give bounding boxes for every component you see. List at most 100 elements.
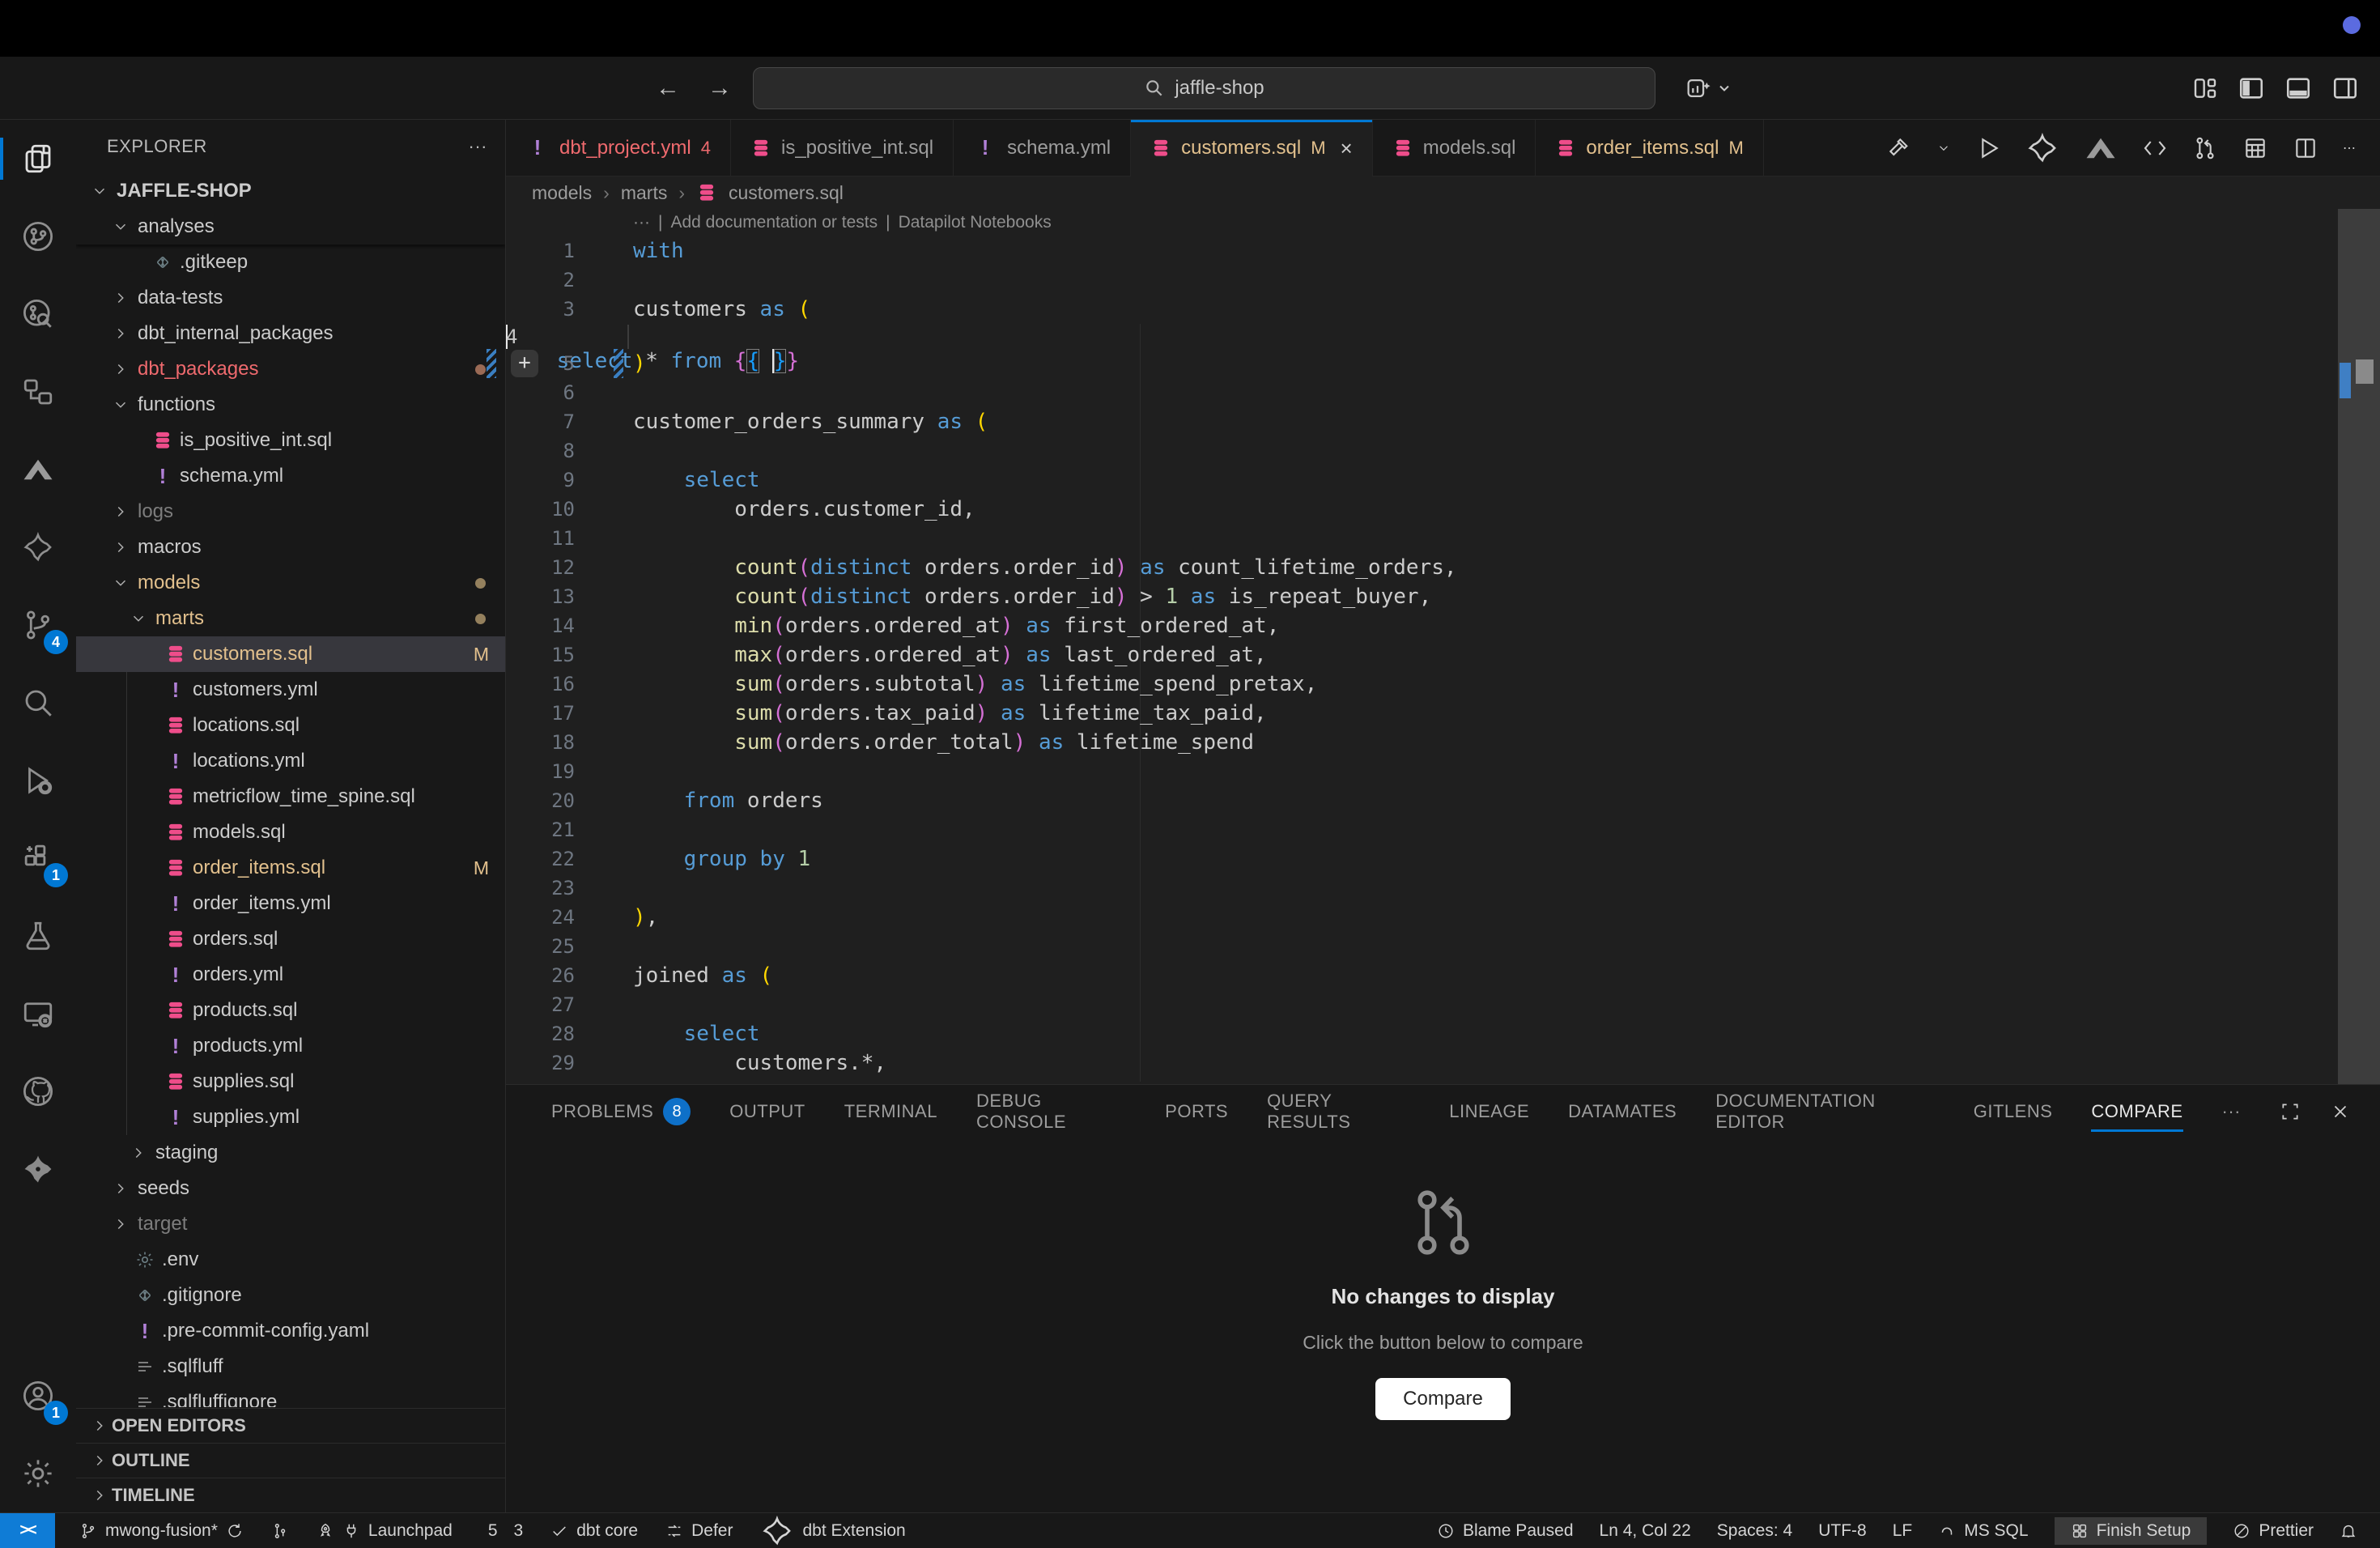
explorer-item-locations-sql[interactable]: locations.sql	[76, 708, 505, 743]
explorer-item-is-positive-int-sql[interactable]: is_positive_int.sql	[76, 423, 505, 458]
build-tools-button[interactable]	[1886, 135, 1912, 161]
explorer-item-metricflow-time-spine-sql[interactable]: metricflow_time_spine.sql	[76, 779, 505, 814]
code-line-18[interactable]: 18 sum(orders.order_total) as lifetime_s…	[506, 728, 2338, 757]
copilot-icon[interactable]	[1684, 74, 1711, 102]
explorer-item-pre-commit-config-yaml[interactable]: !.pre-commit-config.yaml	[76, 1313, 505, 1349]
panel-more-tabs[interactable]: ···	[2222, 1085, 2241, 1138]
activitybar-search[interactable]	[0, 664, 76, 742]
explorer-item-data-tests[interactable]: data-tests	[76, 280, 505, 316]
panel-tab-lineage[interactable]: LINEAGE	[1449, 1085, 1529, 1138]
code-line-15[interactable]: 15 max(orders.ordered_at) as last_ordere…	[506, 640, 2338, 670]
toggle-primary-sidebar-icon[interactable]	[2238, 74, 2265, 102]
explorer-item-sqlfluff[interactable]: .sqlfluff	[76, 1349, 505, 1384]
activitybar-lineage-view[interactable]	[0, 353, 76, 431]
maximize-panel-icon[interactable]	[2280, 1101, 2301, 1122]
explorer-item-locations-yml[interactable]: !locations.yml	[76, 743, 505, 779]
explorer-item-gitkeep[interactable]: .gitkeep	[76, 245, 505, 280]
explorer-item-jaffle-shop[interactable]: JAFFLE-SHOP	[76, 173, 505, 209]
query-results-button[interactable]	[2242, 135, 2268, 161]
activitybar-accounts[interactable]: 1	[0, 1357, 76, 1435]
status-finish-setup[interactable]: Finish Setup	[2055, 1517, 2208, 1545]
code-line-6[interactable]: 6	[506, 378, 2338, 407]
status-blame-status[interactable]: Blame Paused	[1437, 1521, 1574, 1541]
status-notifications[interactable]	[2340, 1522, 2357, 1540]
explorer-item-order-items-sql[interactable]: order_items.sqlM	[76, 850, 505, 886]
status-dbt-extension-status[interactable]: dbt Extension	[760, 1514, 905, 1548]
explorer-item-gitignore[interactable]: .gitignore	[76, 1278, 505, 1313]
panel-tab-datamates[interactable]: DATAMATES	[1568, 1085, 1677, 1138]
codelens-more[interactable]: ···	[633, 213, 650, 232]
code-line-13[interactable]: 13 count(distinct orders.order_id) > 1 a…	[506, 582, 2338, 611]
panel-tab-problems[interactable]: PROBLEMS8	[551, 1085, 691, 1138]
activitybar-settings-gear[interactable]	[0, 1435, 76, 1512]
activitybar-extensions[interactable]: 1	[0, 819, 76, 897]
code-line-2[interactable]: 2	[506, 266, 2338, 295]
code-line-19[interactable]: 19	[506, 757, 2338, 786]
status-prettier-status[interactable]: Prettier	[2233, 1521, 2314, 1541]
code-line-24[interactable]: 24),	[506, 903, 2338, 932]
code-line-20[interactable]: 20 from orders	[506, 786, 2338, 815]
tab-dbt-project-yml[interactable]: !dbt_project.yml4	[506, 120, 731, 176]
explorer-item-schema-yml[interactable]: !schema.yml	[76, 458, 505, 494]
status-encoding[interactable]: UTF-8	[1818, 1521, 1867, 1541]
explorer-item-orders-yml[interactable]: !orders.yml	[76, 957, 505, 993]
explorer-item-models[interactable]: models	[76, 565, 505, 601]
status-dbt-core-status[interactable]: dbt core	[550, 1521, 638, 1541]
altimate-button[interactable]	[2084, 131, 2118, 165]
code-line-7[interactable]: 7customer_orders_summary as (	[506, 407, 2338, 436]
run-query-button[interactable]	[1975, 135, 2001, 161]
code-line-23[interactable]: 23	[506, 874, 2338, 903]
compare-button[interactable]: Compare	[1375, 1378, 1511, 1420]
breadcrumb-item-models[interactable]: models	[532, 182, 592, 204]
activitybar-dbt-power-user[interactable]	[0, 508, 76, 586]
activitybar-github[interactable]	[0, 1053, 76, 1130]
sidebar-section-open-editors[interactable]: OPEN EDITORS	[76, 1408, 505, 1443]
activitybar-altimate[interactable]	[0, 431, 76, 508]
editor-scrollbar[interactable]	[2338, 209, 2380, 1084]
status-launchpad[interactable]: Launchpad	[317, 1521, 453, 1541]
status-eol[interactable]: LF	[1893, 1521, 1913, 1541]
explorer-item-marts[interactable]: marts	[76, 601, 505, 636]
explorer-item-sqlfluffignore[interactable]: .sqlfluffignore	[76, 1384, 505, 1407]
status-defer-toggle[interactable]: Defer	[665, 1521, 733, 1541]
command-center-search[interactable]: jaffle-shop	[753, 67, 1655, 109]
code-line-11[interactable]: 11	[506, 524, 2338, 553]
explorer-item-seeds[interactable]: seeds	[76, 1171, 505, 1206]
explorer-item-products-yml[interactable]: !products.yml	[76, 1028, 505, 1064]
panel-tab-output[interactable]: OUTPUT	[729, 1085, 805, 1138]
status-graph-status[interactable]	[271, 1522, 289, 1540]
code-line-10[interactable]: 10 orders.customer_id,	[506, 495, 2338, 524]
code-line-8[interactable]: 8	[506, 436, 2338, 466]
views-more-actions-icon[interactable]: ···	[469, 136, 487, 157]
build-tools-dropdown-icon[interactable]	[1936, 141, 1951, 155]
code-line-26[interactable]: 26joined as (	[506, 961, 2338, 990]
panel-tab-documentation-editor[interactable]: DOCUMENTATION EDITOR	[1715, 1085, 1935, 1138]
tab-is-positive-int-sql[interactable]: is_positive_int.sql	[731, 120, 954, 176]
panel-tab-gitlens[interactable]: GITLENS	[1974, 1085, 2053, 1138]
explorer-item-models-sql[interactable]: models.sql	[76, 814, 505, 850]
compiled-sql-button[interactable]	[2142, 135, 2168, 161]
panel-tab-query-results[interactable]: QUERY RESULTS	[1267, 1085, 1410, 1138]
explorer-item-env[interactable]: .env	[76, 1242, 505, 1278]
activitybar-dbt-view[interactable]	[0, 1130, 76, 1208]
code-line-28[interactable]: 28 select	[506, 1019, 2338, 1048]
status-branch-status[interactable]: mwong-fusion*	[79, 1521, 244, 1541]
activitybar-source-control[interactable]: 4	[0, 586, 76, 664]
customize-layout-icon[interactable]	[2192, 75, 2218, 101]
status-cursor-position[interactable]: Ln 4, Col 22	[1600, 1521, 1691, 1541]
activitybar-testing[interactable]	[0, 897, 76, 975]
panel-tab-debug-console[interactable]: DEBUG CONSOLE	[976, 1085, 1126, 1138]
code-line-4[interactable]: 4+ select * from {{ }}	[506, 325, 508, 349]
tab-order-items-sql[interactable]: order_items.sqlM	[1536, 120, 1763, 176]
breadcrumb-item-marts[interactable]: marts	[621, 182, 668, 204]
code-editor[interactable]: 1with23customers as (4+ select * from {{…	[506, 236, 2338, 1084]
explorer-item-staging[interactable]: staging	[76, 1135, 505, 1171]
explorer-item-customers-yml[interactable]: !customers.yml	[76, 672, 505, 708]
explorer-item-orders-sql[interactable]: orders.sql	[76, 921, 505, 957]
status-indentation[interactable]: Spaces: 4	[1717, 1521, 1792, 1541]
status-language-mode[interactable]: MS SQL	[1938, 1521, 2028, 1541]
close-panel-icon[interactable]	[2330, 1101, 2351, 1122]
status-problems-status[interactable]: 53	[480, 1521, 523, 1541]
explorer-item-order-items-yml[interactable]: !order_items.yml	[76, 886, 505, 921]
code-line-5[interactable]: 5)	[506, 349, 2338, 378]
